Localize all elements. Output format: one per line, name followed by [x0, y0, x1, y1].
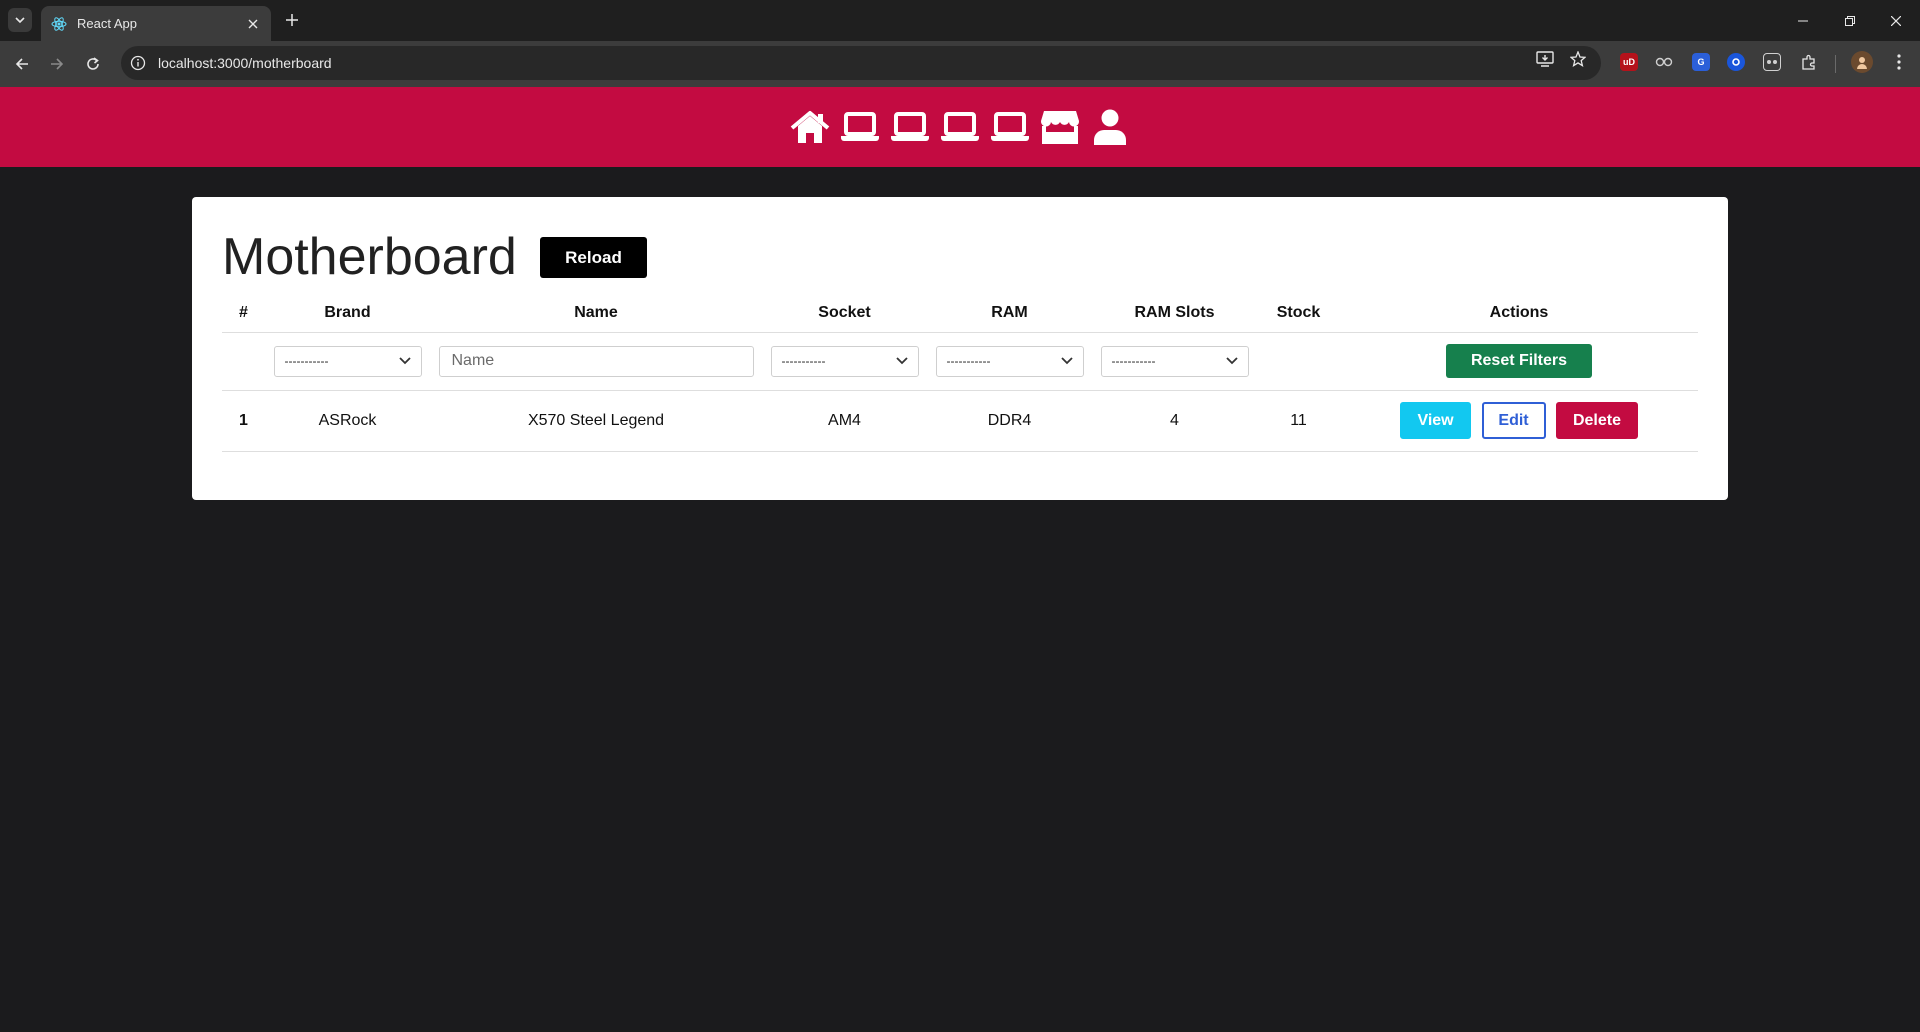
column-header-actions: Actions — [1340, 295, 1698, 333]
chevron-down-icon — [15, 17, 25, 24]
edit-button[interactable]: Edit — [1481, 402, 1546, 439]
reset-filters-button[interactable]: Reset Filters — [1446, 344, 1592, 378]
delete-button[interactable]: Delete — [1555, 402, 1638, 439]
column-header-ram: RAM — [927, 295, 1092, 333]
motherboard-table: # Brand Name Socket RAM RAM Slots Stock … — [222, 295, 1698, 452]
view-button[interactable]: View — [1400, 402, 1472, 439]
new-tab-button[interactable] — [281, 9, 303, 31]
nav-laptop-link-2[interactable] — [890, 107, 930, 147]
ram-filter-select[interactable]: ----------- — [935, 345, 1084, 377]
column-header-socket: Socket — [762, 295, 927, 333]
site-info-icon[interactable] — [129, 54, 147, 72]
brand-filter-value: ----------- — [284, 354, 329, 368]
reload-button[interactable]: Reload — [540, 237, 647, 278]
reload-page-button[interactable] — [80, 51, 106, 77]
refresh-icon — [87, 57, 99, 70]
laptop-icon — [941, 112, 979, 141]
browser-menu-icon[interactable] — [1890, 53, 1908, 71]
browser-tab[interactable]: React App — [41, 6, 271, 41]
close-window-button[interactable] — [1873, 0, 1919, 41]
column-header-stock: Stock — [1257, 295, 1340, 333]
table-header-row: # Brand Name Socket RAM RAM Slots Stock … — [222, 295, 1698, 333]
circle-extension-icon[interactable] — [1727, 53, 1745, 71]
ublock-extension-icon[interactable]: uD — [1620, 53, 1638, 71]
forward-button[interactable] — [44, 51, 70, 77]
arrow-right-icon — [51, 58, 64, 70]
row-name: X570 Steel Legend — [430, 390, 762, 452]
nav-laptop-link-1[interactable] — [840, 107, 880, 147]
chevron-down-icon — [1225, 357, 1238, 365]
browser-tab-bar: React App — [0, 0, 1920, 41]
nav-user-link[interactable] — [1090, 107, 1130, 147]
laptop-icon — [991, 112, 1029, 141]
column-header-brand: Brand — [265, 295, 430, 333]
row-brand: ASRock — [265, 390, 430, 452]
motherboard-card: Motherboard Reload # Brand Name Socket R… — [192, 197, 1728, 500]
row-index: 1 — [222, 390, 265, 452]
socket-filter-select[interactable]: ----------- — [770, 345, 919, 377]
home-icon — [790, 111, 830, 143]
row-ram-slots: 4 — [1092, 390, 1257, 452]
browser-toolbar: localhost:3000/motherboard uD G — [0, 41, 1920, 87]
table-row: 1 ASRock X570 Steel Legend AM4 DDR4 4 11… — [222, 390, 1698, 452]
close-icon — [1891, 15, 1901, 26]
plus-icon — [286, 14, 298, 26]
tab-close-icon[interactable] — [243, 14, 263, 34]
restore-button[interactable] — [1827, 0, 1873, 41]
chevron-down-icon — [895, 357, 908, 365]
translate-extension-icon[interactable]: G — [1692, 53, 1710, 71]
row-socket: AM4 — [762, 390, 927, 452]
row-stock: 11 — [1257, 390, 1340, 452]
nav-laptop-link-3[interactable] — [940, 107, 980, 147]
toolbar-separator — [1835, 55, 1836, 73]
row-actions: View Edit Delete — [1340, 390, 1698, 452]
column-header-ram-slots: RAM Slots — [1092, 295, 1257, 333]
address-bar[interactable]: localhost:3000/motherboard — [121, 46, 1601, 80]
extensions-puzzle-icon[interactable] — [1800, 53, 1818, 71]
nav-laptop-link-4[interactable] — [990, 107, 1030, 147]
minimize-button[interactable] — [1780, 0, 1826, 41]
url-text: localhost:3000/motherboard — [158, 55, 332, 71]
profile-avatar[interactable] — [1851, 51, 1873, 73]
restore-icon — [1845, 15, 1855, 26]
install-app-icon[interactable] — [1535, 49, 1555, 69]
laptop-icon — [891, 112, 929, 141]
tab-search-button[interactable] — [8, 8, 32, 32]
ram-filter-value: ----------- — [946, 354, 991, 368]
ram-slots-filter-select[interactable]: ----------- — [1100, 345, 1249, 377]
brand-filter-select[interactable]: ----------- — [273, 345, 422, 377]
bookmark-star-icon[interactable] — [1568, 49, 1588, 69]
store-icon — [1040, 111, 1080, 144]
incognito-extension-icon[interactable] — [1763, 53, 1781, 71]
ram-slots-filter-value: ----------- — [1111, 354, 1156, 368]
column-header-index: # — [222, 295, 265, 333]
minimize-icon — [1798, 20, 1808, 21]
chevron-down-icon — [398, 357, 411, 365]
arrow-left-icon — [15, 58, 28, 70]
react-icon — [51, 16, 67, 31]
user-icon — [1094, 109, 1126, 145]
column-header-name: Name — [430, 295, 762, 333]
glasses-extension-icon[interactable] — [1655, 53, 1673, 71]
socket-filter-value: ----------- — [781, 354, 826, 368]
nav-store-link[interactable] — [1040, 107, 1080, 147]
app-navbar — [0, 87, 1920, 167]
name-filter-input[interactable] — [438, 345, 754, 377]
back-button[interactable] — [9, 51, 35, 77]
tab-title: React App — [77, 16, 137, 31]
filter-row: ----------- ----------- ----------- — [222, 332, 1698, 391]
row-ram: DDR4 — [927, 390, 1092, 452]
page-title: Motherboard — [222, 228, 517, 286]
chevron-down-icon — [1060, 357, 1073, 365]
laptop-icon — [841, 112, 879, 141]
nav-home-link[interactable] — [790, 107, 830, 147]
